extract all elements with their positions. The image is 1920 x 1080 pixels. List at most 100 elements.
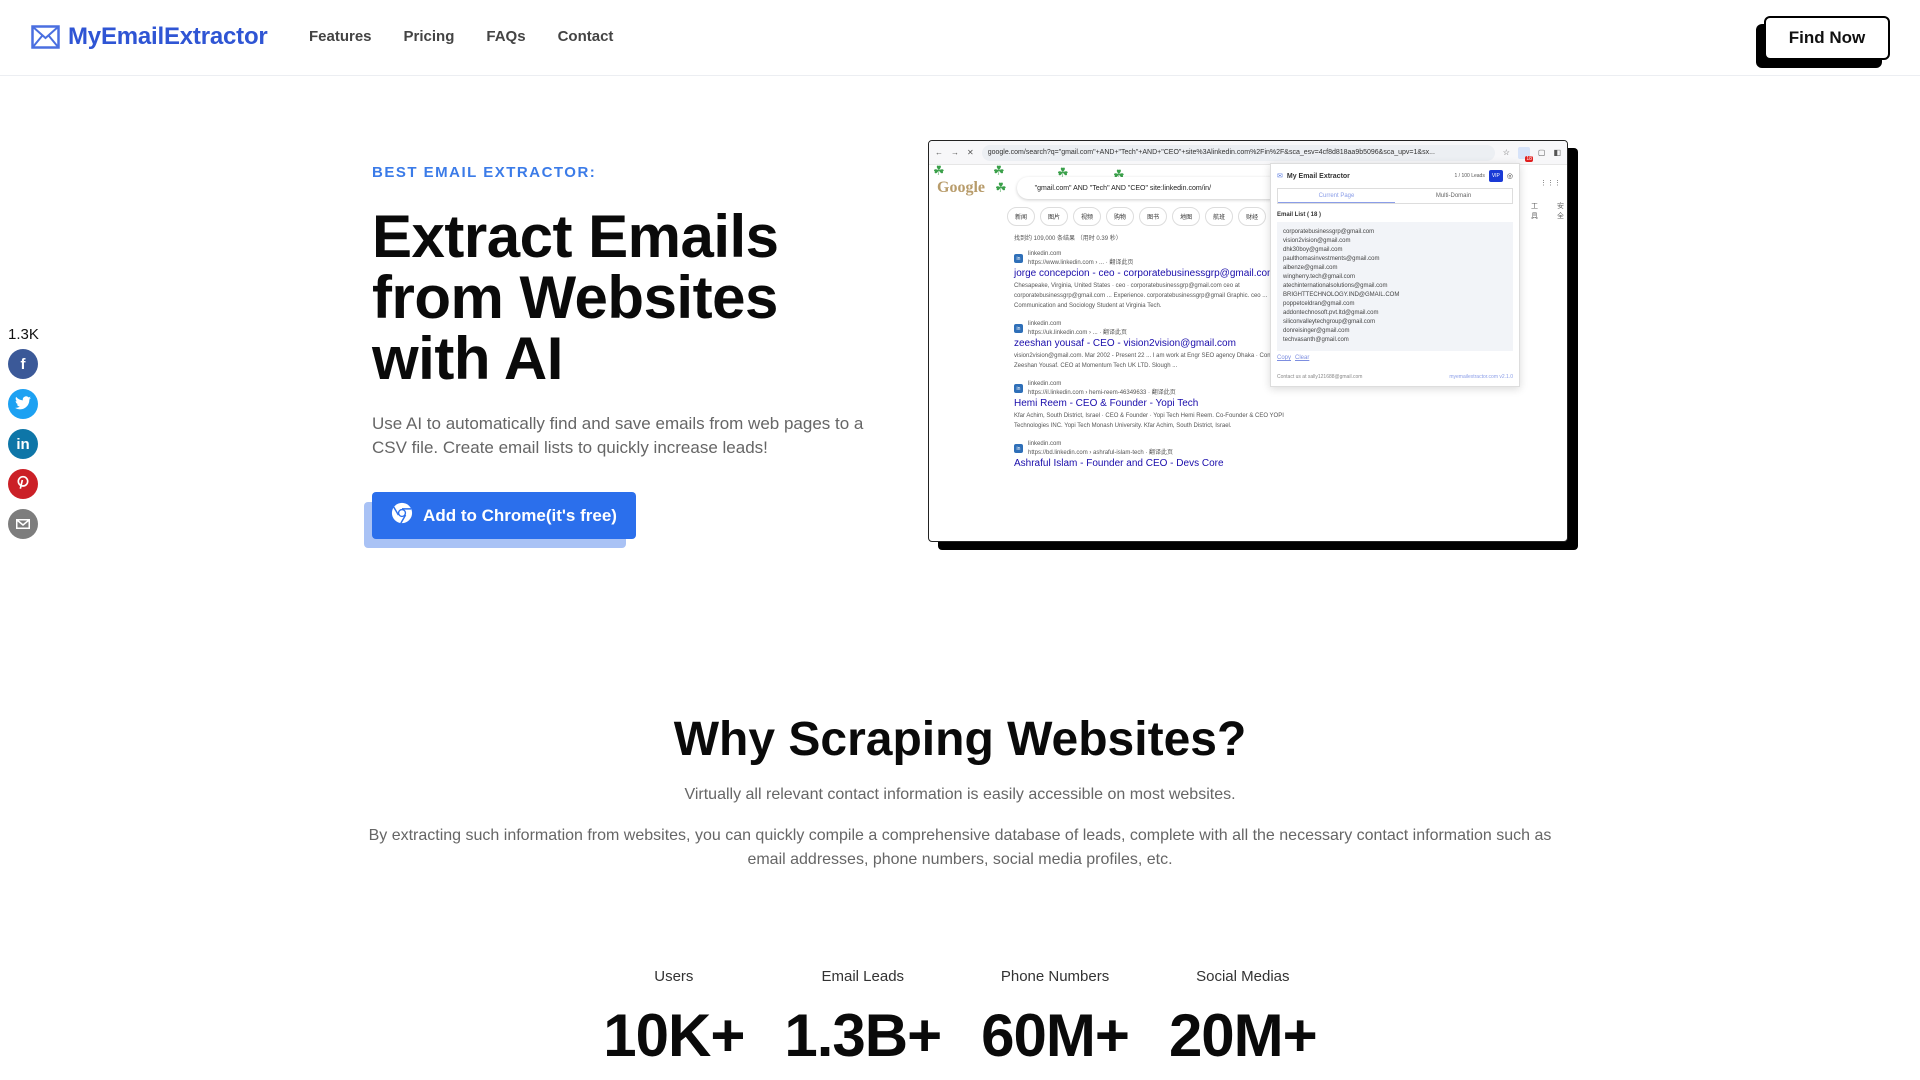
result-title: jorge concepcion - ceo - corporatebusine… bbox=[1014, 268, 1276, 279]
nav-contact[interactable]: Contact bbox=[558, 28, 614, 45]
hero-title: Extract Emails from Websites with AI bbox=[372, 203, 779, 392]
facebook-share-button[interactable]: f bbox=[8, 349, 38, 379]
google-search: Google ☘ "gmail.com" AND "Tech" AND "CEO… bbox=[937, 177, 1287, 199]
chip: 地图 bbox=[1172, 207, 1201, 226]
stat-label: Phone Numbers bbox=[1000, 968, 1110, 985]
extension-icon: 18 bbox=[1517, 146, 1533, 162]
linkedin-share-button[interactable]: in bbox=[8, 429, 38, 459]
user-icon: ◎ bbox=[1506, 173, 1513, 180]
email-item: siliconvalleytechgroup@gmail.com bbox=[1283, 319, 1376, 325]
search-result: in linkedin.com https://bd.linkedin.com › … bbox=[1014, 441, 1304, 469]
google-logo: Google bbox=[937, 179, 985, 196]
clear-link: Clear bbox=[1295, 355, 1310, 361]
linkedin-icon: in bbox=[1014, 324, 1023, 333]
why-description: By extracting such information from webs… bbox=[368, 827, 1552, 868]
stat-value: 60M+ bbox=[981, 1002, 1130, 1069]
stat-value: 1.3B+ bbox=[784, 1002, 942, 1069]
chip: 新闻 bbox=[1007, 207, 1036, 226]
screenshot-frame: ← → ✕ google.com/search?q="gmail.com"+AN… bbox=[928, 140, 1568, 542]
url-text: google.com/search?q="gmail.com"+AND+"Tec… bbox=[987, 149, 1435, 156]
email-item: donreisinger@gmail.com bbox=[1283, 328, 1350, 334]
popup-footer: Contact us at sally121688@gmail.com myem… bbox=[1277, 374, 1513, 380]
email-item: corporatebusinessgrp@gmail.com bbox=[1283, 229, 1375, 235]
share-count: 1.3K bbox=[8, 326, 39, 343]
nav-pricing[interactable]: Pricing bbox=[404, 28, 455, 45]
envelope-icon: ✉ bbox=[1277, 173, 1283, 180]
why-title: Why Scraping Websites? bbox=[673, 713, 1247, 766]
linkedin-icon: in bbox=[1014, 254, 1023, 263]
puzzle-icon: ▢ bbox=[1537, 148, 1546, 157]
result-count: 找到约 109,000 条结果 （用时 0.39 秒） bbox=[1014, 236, 1122, 242]
stat-social-medias: Social Medias 20M+ bbox=[1168, 968, 1318, 1070]
result-url: https://il.linkedin.com › hemi-reem-4634… bbox=[1028, 390, 1176, 396]
email-item: paulthomasinvestments@gmail.com bbox=[1283, 256, 1380, 262]
linkedin-icon: in bbox=[1014, 384, 1023, 393]
email-item: wingherry.tech@gmail.com bbox=[1283, 274, 1356, 280]
search-chips: 新闻 图片 视频 购物 图书 地图 航班 财经 bbox=[1007, 207, 1267, 226]
popup-tabs: Current Page Multi-Domain bbox=[1277, 188, 1513, 204]
stat-email-leads: Email Leads 1.3B+ bbox=[784, 968, 942, 1070]
email-item: dhk30boy@gmail.com bbox=[1283, 247, 1343, 253]
email-share-button[interactable] bbox=[8, 509, 38, 539]
envelope-icon bbox=[31, 25, 60, 49]
logo-text: MyEmailExtractor bbox=[68, 23, 268, 50]
popup-actions: Copy Clear bbox=[1277, 355, 1513, 361]
version-text: myemailextractor.com v2.1.0 bbox=[1449, 374, 1513, 380]
find-now-button[interactable]: Find Now bbox=[1764, 16, 1890, 60]
chip: 图片 bbox=[1040, 207, 1069, 226]
main-nav: Features Pricing FAQs Contact bbox=[309, 28, 613, 45]
twitter-icon bbox=[15, 395, 31, 413]
forward-icon: → bbox=[951, 148, 959, 157]
pinterest-share-button[interactable] bbox=[8, 469, 38, 499]
search-result: in linkedin.com https://il.linkedin.com › … bbox=[1014, 381, 1304, 431]
result-title: zeeshan yousaf - CEO - vision2vision@gma… bbox=[1014, 338, 1236, 349]
star-icon: ☆ bbox=[1502, 148, 1510, 157]
nav-faqs[interactable]: FAQs bbox=[486, 28, 525, 45]
hero-eyebrow: BEST EMAIL EXTRACTOR: bbox=[372, 164, 597, 181]
chip: 航班 bbox=[1205, 207, 1234, 226]
tab-current-page: Current Page bbox=[1278, 189, 1395, 203]
extension-popup: ✉ My Email Extractor 1 / 100 Leads VIP ◎… bbox=[1270, 163, 1520, 387]
result-url: https://uk.linkedin.com › ... · 翻译此页 bbox=[1028, 330, 1128, 336]
safe-search-link: 安全 bbox=[1557, 203, 1564, 220]
email-item: albenze@gmail.com bbox=[1283, 265, 1338, 271]
linkedin-icon: in bbox=[1014, 444, 1023, 453]
linkedin-icon: in bbox=[16, 435, 30, 453]
email-icon bbox=[16, 516, 30, 533]
stat-label: Email Leads bbox=[821, 968, 905, 985]
tools-link: 工具 bbox=[1531, 203, 1538, 220]
twitter-share-button[interactable] bbox=[8, 389, 38, 419]
google-query: "gmail.com" AND "Tech" AND "CEO" site:li… bbox=[1016, 177, 1287, 199]
url-bar: google.com/search?q="gmail.com"+AND+"Tec… bbox=[981, 144, 1495, 161]
email-item: techvasanth@gmail.com bbox=[1283, 337, 1349, 343]
stat-value: 10K+ bbox=[603, 1002, 745, 1069]
vip-badge: VIP bbox=[1488, 170, 1503, 182]
stats-row: Users 10K+ Email Leads 1.3B+ Phone Numbe… bbox=[0, 968, 1920, 1070]
email-item: poppetceldran@gmail.com bbox=[1283, 301, 1355, 307]
browser-toolbar: ← → ✕ google.com/search?q="gmail.com"+AN… bbox=[929, 141, 1567, 165]
result-snippet: Chesapeake, Virginia, United States · ce… bbox=[1014, 283, 1268, 309]
email-item: vision2vision@gmail.com bbox=[1283, 238, 1351, 244]
find-now-wrapper: Find Now bbox=[1756, 16, 1890, 68]
add-to-chrome-label: Add to Chrome(it's free) bbox=[423, 505, 617, 525]
logo[interactable]: MyEmailExtractor bbox=[31, 23, 268, 51]
tab-multi-domain: Multi-Domain bbox=[1435, 193, 1472, 199]
chip: 购物 bbox=[1106, 207, 1135, 226]
pinterest-icon bbox=[15, 474, 31, 494]
stat-label: Social Medias bbox=[1196, 968, 1290, 985]
chip: 财经 bbox=[1238, 207, 1267, 226]
chrome-icon bbox=[391, 502, 413, 529]
stat-value: 20M+ bbox=[1168, 1002, 1318, 1069]
why-subtitle: Virtually all relevant contact informati… bbox=[684, 786, 1236, 803]
email-list-title: Email List ( 18 ) bbox=[1277, 212, 1322, 218]
chip: 视频 bbox=[1073, 207, 1102, 226]
nav-features[interactable]: Features bbox=[309, 28, 372, 45]
add-to-chrome-wrapper: Add to Chrome(it's free) bbox=[364, 492, 636, 550]
add-to-chrome-button[interactable]: Add to Chrome(it's free) bbox=[372, 492, 636, 539]
email-item: BRIGHTTECHNOLOGY.IND@GMAIL.COM bbox=[1283, 292, 1400, 298]
product-screenshot: ← → ✕ google.com/search?q="gmail.com"+AN… bbox=[928, 140, 1578, 552]
chip: 图书 bbox=[1139, 207, 1168, 226]
contact-text: Contact us at sally121688@gmail.com bbox=[1277, 374, 1363, 380]
result-title: Ashraful Islam - Founder and CEO - Devs … bbox=[1014, 458, 1224, 469]
social-share-bar: 1.3K f in bbox=[8, 326, 42, 549]
